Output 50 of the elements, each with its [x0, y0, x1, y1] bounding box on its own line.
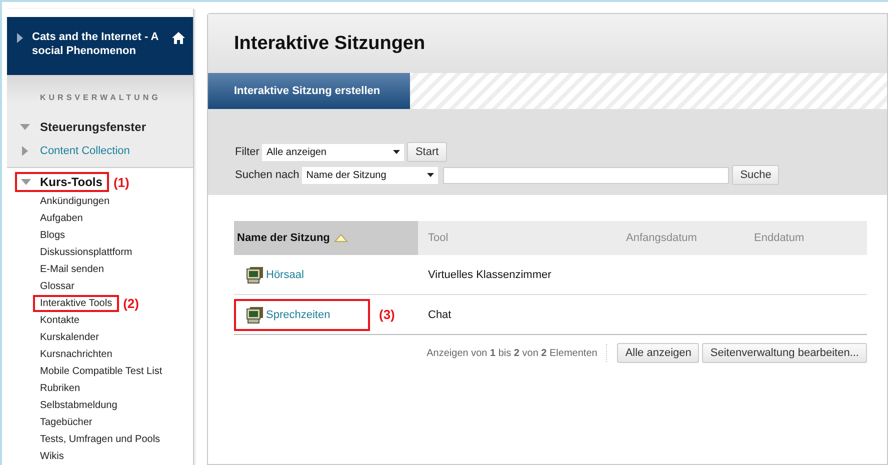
sidebar-item[interactable]: Selbstabmeldung	[33, 397, 124, 414]
expand-arrow-icon[interactable]	[22, 146, 28, 156]
sidebar-item[interactable]: Diskussionsplattform	[33, 244, 140, 261]
column-header[interactable]: Name der Sitzung	[234, 221, 418, 255]
create-session-button[interactable]: Interaktive Sitzung erstellen	[208, 73, 410, 109]
search-field[interactable]	[443, 166, 730, 184]
sidebar-heading[interactable]: Steuerungsfenster	[40, 120, 146, 134]
home-icon[interactable]	[172, 32, 185, 44]
sidebar-item[interactable]: Tagebücher	[33, 414, 100, 431]
sidebar-item[interactable]: Blogs	[33, 227, 72, 244]
sidebar-item[interactable]: Kurskalender	[33, 329, 106, 346]
table-cell: Chat	[428, 308, 452, 320]
computer-icon	[246, 306, 266, 324]
filter-dropdown[interactable]: Alle anzeigen	[262, 144, 404, 160]
session-link[interactable]: Sprechzeiten	[266, 308, 330, 320]
section-heading: KURSVERWALTUNG	[39, 93, 162, 102]
sidebar-item[interactable]: Kontakte	[33, 312, 86, 329]
collapse-arrow-icon[interactable]	[20, 124, 30, 130]
filter-label: Filter	[235, 146, 260, 158]
sidebar-item[interactable]: Wikis	[33, 448, 71, 465]
sidebar-item[interactable]: Mobile Compatible Test List	[33, 363, 170, 380]
dropdown-caret-icon	[427, 173, 434, 177]
page-title: Interaktive Sitzungen	[234, 32, 426, 54]
sidebar-item[interactable]: Ankündigungen	[33, 193, 117, 210]
sidebar-item[interactable]: E-Mail senden	[33, 261, 111, 278]
sort-ascending-icon	[334, 234, 348, 242]
search-button[interactable]: Suche	[732, 165, 780, 185]
callout-label: (3)	[379, 307, 395, 322]
sidebar-item[interactable]: Tests, Umfragen und Pools	[33, 431, 168, 448]
sidebar-item[interactable]: Kursnachrichten	[33, 346, 120, 363]
collapse-arrow-icon[interactable]	[21, 179, 31, 185]
course-title[interactable]: Cats and the Internet - A social Phenomenon	[32, 30, 163, 58]
callout-label: (1)	[113, 174, 130, 190]
sidebar-item[interactable]: Rubriken	[33, 380, 88, 397]
computer-icon	[246, 266, 266, 284]
sidebar-link[interactable]: Content Collection	[40, 145, 130, 157]
search-label: Suchen nach	[235, 169, 300, 181]
search-dropdown[interactable]: Name der Sitzung	[302, 166, 438, 184]
sidebar-heading[interactable]: Kurs-Tools	[15, 172, 110, 192]
expand-arrow-icon[interactable]	[17, 33, 23, 43]
callout-label: (2)	[123, 296, 139, 311]
table-cell: Virtuelles Klassenzimmer	[428, 268, 552, 280]
footer-button[interactable]: Alle anzeigen	[617, 343, 700, 363]
footer-button[interactable]: Seitenverwaltung bearbeiten...	[702, 343, 867, 363]
session-link[interactable]: Hörsaal	[266, 268, 304, 280]
dropdown-caret-icon	[393, 150, 400, 154]
start-button[interactable]: Start	[407, 142, 447, 162]
sidebar-item[interactable]: Glossar	[33, 278, 82, 295]
pagination-summary: Anzeigen von 1 bis 2 von 2 Elementen	[426, 348, 598, 358]
sidebar-item[interactable]: Aufgaben	[33, 210, 90, 227]
